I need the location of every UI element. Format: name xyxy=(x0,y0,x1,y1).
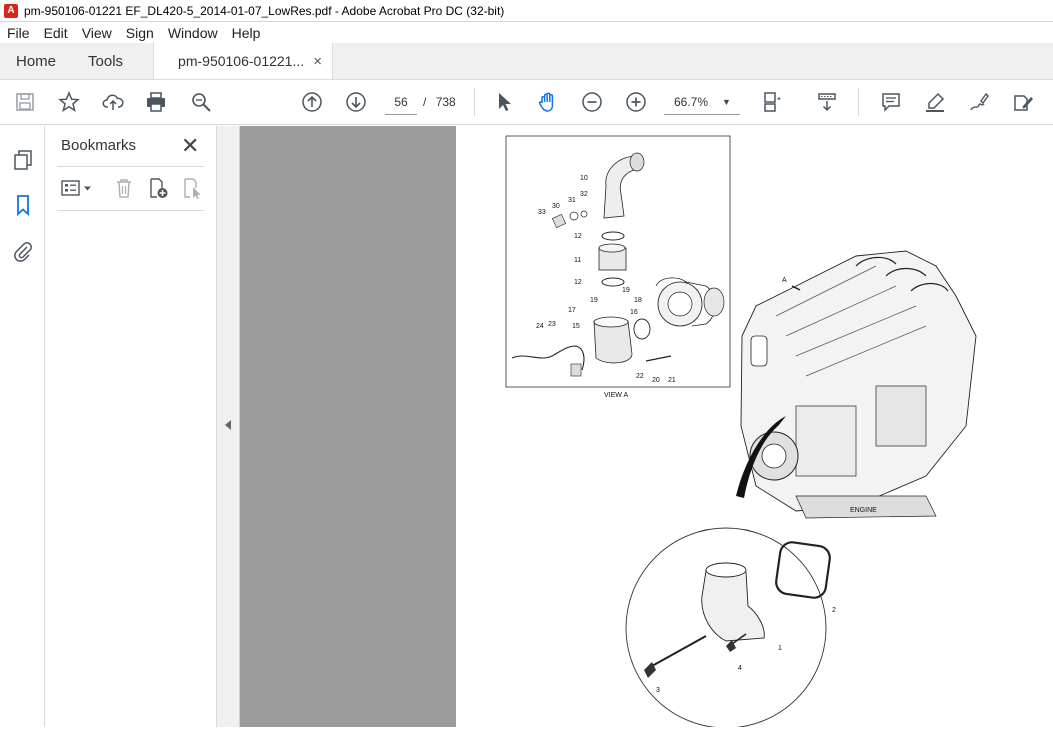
collapse-arrow-icon[interactable] xyxy=(225,420,231,430)
page-total: 738 xyxy=(435,95,456,109)
callout-label: 17 xyxy=(568,307,576,314)
page-fit-icon[interactable] xyxy=(760,90,784,114)
document-viewport[interactable]: 10 33 30 31 32 12 11 12 19 18 16 17 19 2… xyxy=(240,126,1053,729)
menu-help[interactable]: Help xyxy=(225,25,268,41)
tab-home[interactable]: Home xyxy=(0,43,72,79)
tab-tools[interactable]: Tools xyxy=(72,43,139,79)
menu-file[interactable]: File xyxy=(0,25,37,41)
callout-label: 20 xyxy=(652,377,660,384)
callout-label: 11 xyxy=(574,257,581,264)
new-bookmark-icon[interactable] xyxy=(146,176,170,200)
callout-label: 30 xyxy=(552,203,560,210)
callout-label: 21 xyxy=(668,377,676,384)
panel-divider xyxy=(57,210,204,211)
callout-label: 1 xyxy=(778,645,782,652)
tab-document[interactable]: pm-950106-01221... × xyxy=(153,43,334,79)
zoom-in-icon[interactable] xyxy=(624,90,648,114)
edit-pdf-icon[interactable] xyxy=(1011,90,1035,114)
page-down-icon[interactable] xyxy=(344,90,368,114)
arrow-label: A xyxy=(782,277,787,284)
page-total-label: / 738 xyxy=(423,95,456,109)
callout-label: 19 xyxy=(622,287,630,294)
options-menu-icon[interactable] xyxy=(59,176,97,200)
callout-label: 12 xyxy=(574,233,582,240)
page-number-input[interactable]: 56 xyxy=(385,89,417,115)
toolbar-divider xyxy=(858,88,859,116)
print-icon[interactable] xyxy=(144,90,168,114)
callout-label: 2 xyxy=(832,607,836,614)
tab-bar: Home Tools pm-950106-01221... × xyxy=(0,43,1053,80)
view-caption: VIEW A xyxy=(604,392,628,399)
chevron-down-icon[interactable]: ▼ xyxy=(722,97,731,107)
callout-label: 16 xyxy=(630,309,638,316)
menu-sign[interactable]: Sign xyxy=(119,25,161,41)
page-up-icon[interactable] xyxy=(300,90,324,114)
save-icon[interactable] xyxy=(13,90,37,114)
panel-divider xyxy=(57,166,204,167)
callout-label: 31 xyxy=(568,197,576,204)
callout-label: 10 xyxy=(580,175,588,182)
engine-caption: ENGINE xyxy=(850,507,877,514)
menu-edit[interactable]: Edit xyxy=(37,25,75,41)
callout-label: 23 xyxy=(548,321,556,328)
sign-icon[interactable] xyxy=(967,90,991,114)
window-titlebar: A pm-950106-01221 EF_DL420-5_2014-01-07_… xyxy=(0,0,1053,22)
callout-label: 33 xyxy=(538,209,546,216)
callout-label: 4 xyxy=(738,665,742,672)
pdf-page: 10 33 30 31 32 12 11 12 19 18 16 17 19 2… xyxy=(456,126,1053,729)
menu-view[interactable]: View xyxy=(75,25,119,41)
comment-icon[interactable] xyxy=(879,90,903,114)
menu-bar: File Edit View Sign Window Help xyxy=(0,22,1053,43)
callout-label: 24 xyxy=(536,323,544,330)
zoom-search-icon[interactable] xyxy=(189,90,213,114)
bookmarks-panel: Bookmarks ✕ xyxy=(45,126,217,727)
page-separator: / xyxy=(423,95,427,109)
callout-label: 22 xyxy=(636,373,644,380)
callout-label: 15 xyxy=(572,323,580,330)
engine-parts-drawing: 10 33 30 31 32 12 11 12 19 18 16 17 19 2… xyxy=(505,135,977,729)
panel-splitter[interactable] xyxy=(217,126,240,727)
window-title: pm-950106-01221 EF_DL420-5_2014-01-07_Lo… xyxy=(24,3,505,18)
callout-label: 32 xyxy=(580,191,588,198)
menu-window[interactable]: Window xyxy=(161,25,225,41)
tab-close-button[interactable]: × xyxy=(313,53,322,70)
bookmark-star-icon[interactable] xyxy=(57,90,81,114)
callout-label: 18 xyxy=(634,297,642,304)
hand-tool-icon[interactable] xyxy=(536,90,560,114)
bookmarks-title: Bookmarks xyxy=(61,137,137,154)
callout-label: 12 xyxy=(574,279,582,286)
select-cursor-icon[interactable] xyxy=(492,90,516,114)
left-navigation-rail xyxy=(0,126,45,727)
close-icon[interactable]: ✕ xyxy=(181,133,199,159)
attachment-icon[interactable] xyxy=(11,239,35,263)
bookmark-from-selection-icon[interactable] xyxy=(180,176,204,200)
callout-label: 3 xyxy=(656,687,660,694)
highlight-icon[interactable] xyxy=(923,90,947,114)
zoom-out-icon[interactable] xyxy=(580,90,604,114)
acrobat-pdf-icon: A xyxy=(4,3,18,18)
toolbar-divider xyxy=(474,88,475,116)
tab-document-label: pm-950106-01221... xyxy=(178,53,305,69)
scroll-mode-icon[interactable] xyxy=(815,90,839,114)
pages-thumbnail-icon[interactable] xyxy=(11,148,35,172)
upload-cloud-icon[interactable] xyxy=(101,90,125,114)
callout-label: 19 xyxy=(590,297,598,304)
delete-bookmark-icon[interactable] xyxy=(112,176,136,200)
bookmark-panel-icon[interactable] xyxy=(11,193,35,217)
